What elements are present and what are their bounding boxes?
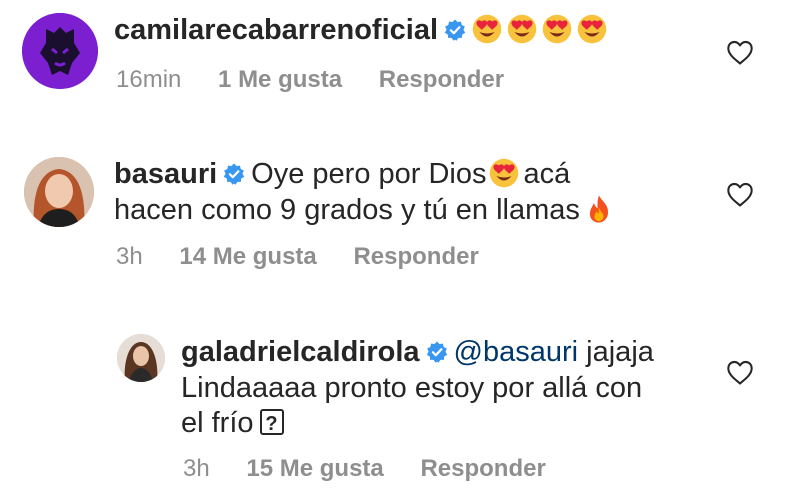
heart-eyes-emoji-icon — [577, 14, 607, 44]
likes-count[interactable]: 14 Me gusta — [179, 243, 316, 270]
profile-photo — [117, 334, 165, 382]
comment-text: hacen como 9 grados y tú en llamas — [114, 189, 619, 231]
reply-button[interactable]: Responder — [420, 455, 545, 482]
comment-text: camilarecabarrenoficial — [114, 9, 612, 51]
verified-badge-icon — [426, 341, 448, 363]
comment-body: hacen como 9 grados y tú en llamas — [114, 194, 580, 226]
comment-meta: 16min 1 Me gusta Responder — [116, 66, 534, 94]
comment-body: jajaja — [586, 336, 654, 368]
comment-body: acá — [523, 158, 571, 190]
avatar[interactable] — [22, 13, 98, 89]
reply-button[interactable]: Responder — [379, 66, 504, 93]
reply-button[interactable]: Responder — [353, 243, 478, 270]
comment-meta: 3h 14 Me gusta Responder — [116, 243, 509, 271]
comment-body: Lindaaaaa pronto estoy por allá con — [181, 372, 643, 404]
heart-eyes-emoji-icon — [489, 158, 519, 188]
timestamp: 16min — [116, 66, 182, 93]
lion-crest-logo — [22, 13, 98, 89]
likes-count[interactable]: 1 Me gusta — [218, 66, 342, 93]
unknown-glyph-icon: ? — [259, 409, 284, 435]
comment-body: el frío — [181, 407, 254, 439]
username[interactable]: basauri — [114, 158, 217, 190]
verified-badge-icon — [223, 163, 245, 185]
heart-eyes-emoji-icon — [507, 14, 537, 44]
likes-count[interactable]: 15 Me gusta — [246, 455, 383, 482]
fire-emoji-icon — [584, 194, 614, 224]
profile-photo — [24, 157, 94, 227]
heart-outline-icon[interactable] — [726, 360, 754, 386]
heart-outline-icon[interactable] — [726, 182, 754, 208]
comment-body: Oye pero por Dios — [251, 158, 487, 190]
heart-eyes-emoji-icon — [472, 14, 502, 44]
heart-outline-icon[interactable] — [726, 40, 754, 66]
avatar[interactable] — [24, 157, 94, 227]
mention-link[interactable]: @basauri — [454, 336, 579, 368]
comment-text: el frío? — [181, 402, 284, 444]
timestamp: 3h — [183, 455, 210, 482]
username[interactable]: galadrielcaldirola — [181, 336, 420, 368]
username[interactable]: camilarecabarrenoficial — [114, 14, 438, 46]
avatar[interactable] — [117, 334, 165, 382]
heart-eyes-emoji-icon — [542, 14, 572, 44]
timestamp: 3h — [116, 243, 143, 270]
comment-meta: 3h 15 Me gusta Responder — [183, 455, 576, 483]
verified-badge-icon — [444, 19, 466, 41]
